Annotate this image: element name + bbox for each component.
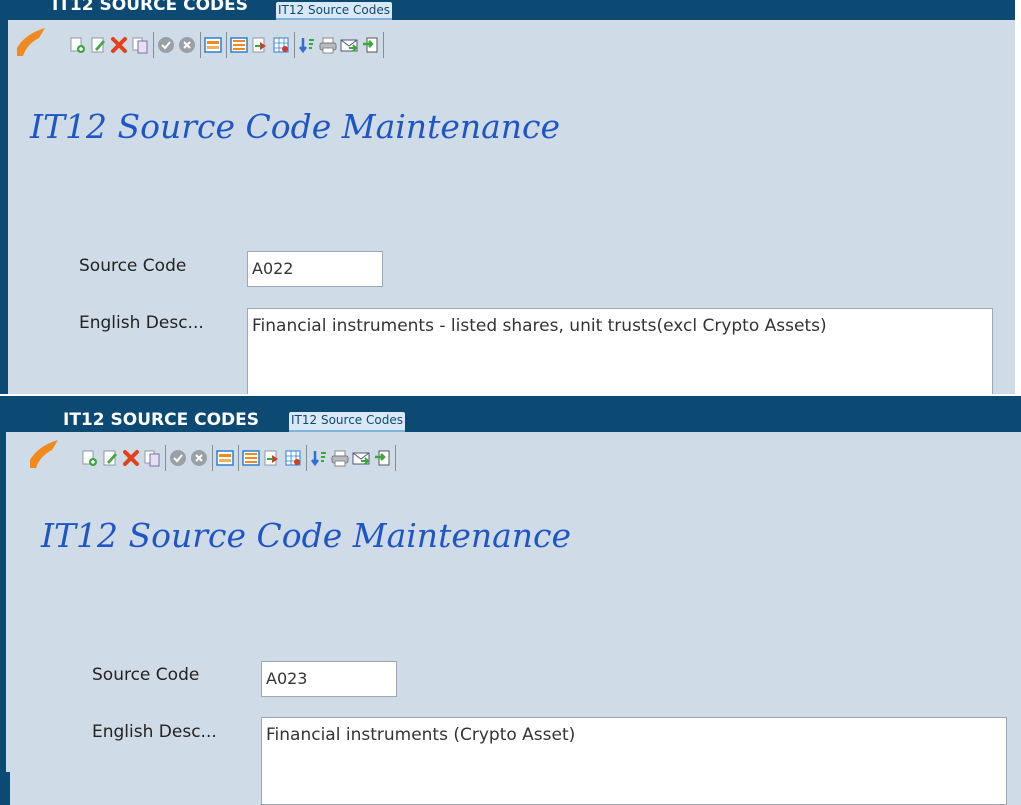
left-rail xyxy=(0,396,6,805)
delete-icon[interactable] xyxy=(110,36,128,54)
accept-icon[interactable] xyxy=(157,36,175,54)
report-icon[interactable] xyxy=(272,36,290,54)
reject-icon[interactable] xyxy=(190,449,208,467)
accept-icon[interactable] xyxy=(169,449,187,467)
toolbar xyxy=(68,30,387,60)
new-icon[interactable] xyxy=(80,449,98,467)
module-title: IT12 SOURCE CODES xyxy=(52,0,248,15)
copy-icon[interactable] xyxy=(143,449,161,467)
source-code-input[interactable]: A023 xyxy=(261,661,397,697)
corner-accent-icon xyxy=(17,28,45,56)
toolbar-separator xyxy=(294,32,295,58)
edit-icon[interactable] xyxy=(89,36,107,54)
print-icon[interactable] xyxy=(319,36,337,54)
grid-view-icon[interactable] xyxy=(216,449,234,467)
toolbar-separator xyxy=(238,445,239,471)
email-icon[interactable] xyxy=(352,449,370,467)
source-code-label: Source Code xyxy=(79,256,187,276)
left-rail xyxy=(0,0,8,394)
toolbar-separator xyxy=(383,32,384,58)
copy-icon[interactable] xyxy=(131,36,149,54)
export-icon[interactable] xyxy=(361,36,379,54)
source-code-input[interactable]: A022 xyxy=(247,251,383,287)
edit-icon[interactable] xyxy=(101,449,119,467)
source-code-label: Source Code xyxy=(92,665,200,685)
english-desc-label: English Desc... xyxy=(79,313,204,333)
toolbar-separator xyxy=(212,445,213,471)
email-icon[interactable] xyxy=(340,36,358,54)
report-icon[interactable] xyxy=(284,449,302,467)
export-icon[interactable] xyxy=(373,449,391,467)
page-title: IT12 Source Code Maintenance xyxy=(41,516,572,555)
reject-icon[interactable] xyxy=(178,36,196,54)
scroll-marker xyxy=(6,772,10,805)
tab-it12-source-codes[interactable]: IT12 Source Codes xyxy=(289,412,405,432)
english-desc-label: English Desc... xyxy=(92,722,217,742)
panel-bottom: IT12 SOURCE CODES IT12 Source Codes IT12… xyxy=(0,396,1021,805)
delete-icon[interactable] xyxy=(122,449,140,467)
list-view-icon[interactable] xyxy=(230,36,248,54)
new-icon[interactable] xyxy=(68,36,86,54)
toolbar-separator xyxy=(165,445,166,471)
sort-icon[interactable] xyxy=(298,36,316,54)
toolbar-separator xyxy=(395,445,396,471)
toolbar-separator xyxy=(226,32,227,58)
toolbar-separator xyxy=(153,32,154,58)
toolbar xyxy=(80,443,399,473)
sort-icon[interactable] xyxy=(310,449,328,467)
grid-view-icon[interactable] xyxy=(204,36,222,54)
toolbar-separator xyxy=(306,445,307,471)
tab-it12-source-codes[interactable]: IT12 Source Codes xyxy=(276,2,392,20)
page-title: IT12 Source Code Maintenance xyxy=(30,107,561,146)
module-title: IT12 SOURCE CODES xyxy=(63,410,259,430)
import-icon[interactable] xyxy=(251,36,269,54)
english-desc-input[interactable]: Financial instruments (Crypto Asset) xyxy=(261,717,1007,805)
english-desc-input[interactable]: Financial instruments - listed shares, u… xyxy=(247,308,993,394)
corner-accent-icon xyxy=(30,440,58,468)
panel-top: IT12 SOURCE CODES IT12 Source Codes IT12… xyxy=(0,0,1015,394)
print-icon[interactable] xyxy=(331,449,349,467)
import-icon[interactable] xyxy=(263,449,281,467)
toolbar-separator xyxy=(200,32,201,58)
list-view-icon[interactable] xyxy=(242,449,260,467)
